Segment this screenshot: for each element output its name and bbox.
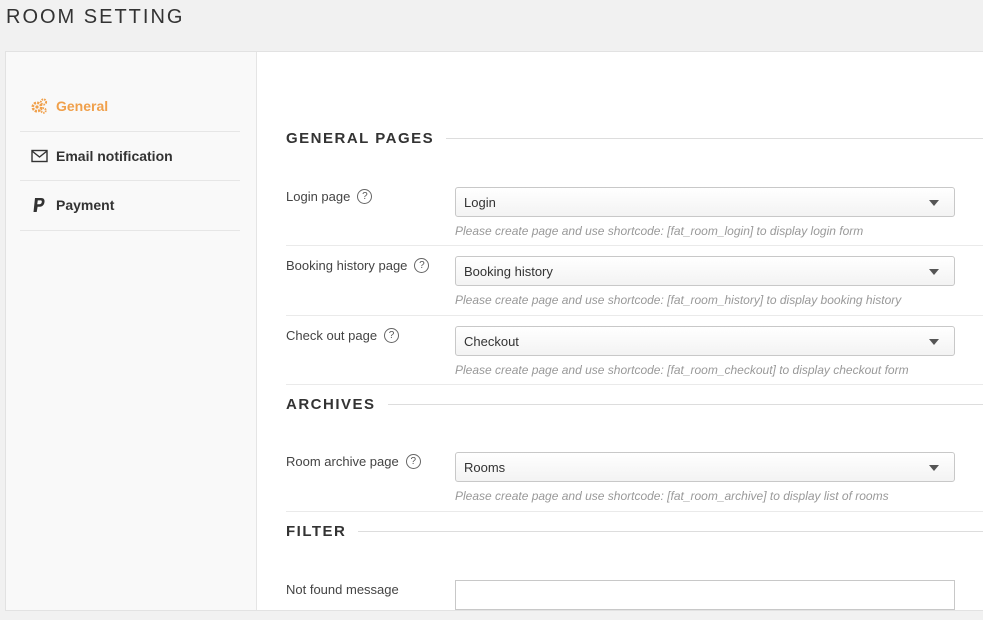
- section-title-text: GENERAL PAGES: [286, 130, 435, 147]
- section-title-text: ARCHIVES: [286, 396, 376, 413]
- help-icon[interactable]: ?: [357, 189, 373, 204]
- gears-icon: [30, 97, 48, 115]
- section-divider: [387, 404, 983, 405]
- login-page-select[interactable]: Login: [455, 187, 955, 217]
- checkout-page-row: Check out page ? Checkout Please create …: [286, 326, 983, 385]
- field-hint: Please create page and use shortcode: [f…: [455, 293, 902, 307]
- field-label: Not found message: [286, 582, 399, 597]
- sidebar-item-label: Payment: [56, 197, 115, 214]
- select-value: Checkout: [464, 333, 519, 349]
- checkout-page-select[interactable]: Checkout: [455, 326, 955, 356]
- booking-history-page-select[interactable]: Booking history: [455, 256, 955, 286]
- room-archive-page-select[interactable]: Rooms: [455, 452, 955, 482]
- sidebar-item-general[interactable]: General: [20, 82, 240, 132]
- field-hint: Please create page and use shortcode: [f…: [455, 489, 889, 503]
- help-icon[interactable]: ?: [414, 258, 430, 273]
- section-title-archives: ARCHIVES: [286, 396, 983, 413]
- field-label: Room archive page: [286, 454, 399, 469]
- help-icon[interactable]: ?: [384, 328, 400, 343]
- section-divider: [358, 531, 983, 532]
- paypal-icon: [30, 196, 48, 214]
- field-hint: Please create page and use shortcode: [f…: [455, 224, 864, 238]
- select-value: Login: [464, 194, 496, 210]
- login-page-row: Login page ? Login Please create page an…: [286, 187, 983, 246]
- settings-content: GENERAL PAGES Login page ? Login Please …: [257, 52, 983, 610]
- page-title: ROOM SETTING: [6, 6, 185, 28]
- sidebar: General Email notification Payment: [6, 52, 257, 610]
- sidebar-item-label: General: [56, 98, 109, 115]
- help-icon[interactable]: ?: [405, 454, 421, 469]
- caret-down-icon: [929, 200, 939, 206]
- sidebar-nav: General Email notification Payment: [20, 82, 240, 231]
- booking-history-page-row: Booking history page ? Booking history P…: [286, 256, 983, 316]
- not-found-message-input[interactable]: [455, 580, 955, 610]
- section-title-text: FILTER: [286, 523, 347, 540]
- settings-panel: General Email notification Payment GENER…: [5, 51, 983, 611]
- checkout-page-label: Check out page ?: [286, 328, 400, 343]
- not-found-message-label: Not found message: [286, 582, 399, 597]
- room-archive-page-row: Room archive page ? Rooms Please create …: [286, 452, 983, 512]
- field-hint: Please create page and use shortcode: [f…: [455, 363, 909, 377]
- field-label: Check out page: [286, 328, 378, 343]
- section-title-filter: FILTER: [286, 523, 983, 540]
- section-title-general-pages: GENERAL PAGES: [286, 130, 983, 147]
- select-value: Rooms: [464, 459, 506, 475]
- select-value: Booking history: [464, 263, 553, 279]
- field-label: Booking history page: [286, 258, 408, 273]
- section-divider: [446, 138, 983, 139]
- envelope-icon: [30, 147, 48, 165]
- caret-down-icon: [929, 465, 939, 471]
- field-label: Login page: [286, 189, 351, 204]
- room-archive-page-label: Room archive page ?: [286, 454, 421, 469]
- booking-history-page-label: Booking history page ?: [286, 258, 430, 273]
- sidebar-item-label: Email notification: [56, 147, 173, 164]
- login-page-label: Login page ?: [286, 189, 373, 204]
- not-found-message-row: Not found message: [286, 580, 983, 620]
- caret-down-icon: [929, 339, 939, 345]
- caret-down-icon: [929, 269, 939, 275]
- sidebar-item-email-notification[interactable]: Email notification: [20, 132, 240, 181]
- sidebar-item-payment[interactable]: Payment: [20, 181, 240, 231]
